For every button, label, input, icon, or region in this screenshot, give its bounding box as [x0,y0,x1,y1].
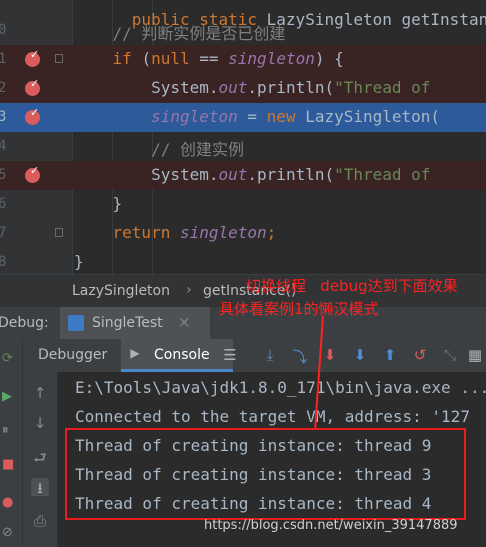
step-into-icon[interactable]: ⬇ [321,346,339,364]
breadcrumb-separator: › [186,282,192,298]
drop-frame-icon[interactable]: ↺ [411,346,429,364]
run-config-label: SingleTest [92,315,163,331]
code-token: System. [74,165,219,184]
tab-debugger[interactable]: Debugger [38,347,107,363]
line-number: 1 [0,51,7,67]
code-token: ( [141,49,152,68]
line-number: 0 [0,22,7,38]
code-token: .println( [247,165,335,184]
code-token: out [218,78,248,97]
fold-icon[interactable] [55,228,63,237]
debug-label: Debug: [0,315,49,331]
evaluate-expression-icon[interactable]: ▦ [466,346,484,364]
code-text: if (null == singleton) { [74,49,344,68]
code-line-breakpoint[interactable]: 1 if (null == singleton) { [0,45,486,74]
breakpoint-icon[interactable] [25,48,40,67]
code-token: LazySingleton( [305,107,441,126]
code-text: } [74,194,123,213]
line-number: 4 [0,138,7,154]
code-line-breakpoint[interactable]: 2 System.out.println("Thread of [0,74,486,103]
breakpoint-icon[interactable] [25,106,40,125]
print-icon[interactable]: ⎙ [31,512,49,530]
code-token: ; [266,223,277,242]
console-side-toolbar: ↑ ↓ ⮐ ⭳ ⎙ [23,372,58,547]
code-token: "Thread of [334,165,431,184]
code-line-breakpoint[interactable]: 5 System.out.println("Thread of [0,161,486,190]
code-token: .println( [247,78,335,97]
breadcrumb-class[interactable]: LazySingleton [72,283,170,299]
code-token: } [74,252,84,271]
code-line-current[interactable]: 3 singleton = new LazySingleton( [0,103,486,132]
code-token: ) { [314,49,344,68]
pause-icon[interactable]: ⏸ [2,423,16,438]
code-line[interactable]: 8 } [0,248,486,274]
code-line[interactable]: 7 return singleton; [0,219,486,248]
line-number: 6 [0,196,7,212]
code-token: singleton [228,49,315,68]
code-text: return singleton; [74,223,277,242]
step-out-icon[interactable]: ⬆ [381,346,399,364]
tab-console[interactable]: Console [154,347,210,363]
code-line[interactable]: public static LazySingleton getInstance [0,0,486,29]
code-token: null [151,49,200,68]
rerun-icon[interactable]: ⟳ [2,351,16,366]
code-text: singleton = new LazySingleton( [74,107,440,126]
highlight-box [65,428,466,520]
menu-icon[interactable]: ☰ [221,346,239,364]
soft-wrap-icon[interactable]: ⮐ [31,448,49,467]
line-number: 2 [0,80,7,96]
line-number: 5 [0,167,7,183]
mute-breakpoints-icon[interactable]: ⊘ [2,525,16,540]
code-token: new [266,107,306,126]
fold-icon[interactable] [55,54,63,63]
code-text: // 创建实例 [74,136,244,160]
console-icon: ▶ [130,346,140,360]
code-line[interactable]: 6 } [0,190,486,219]
breakpoint-icon[interactable] [25,164,40,183]
code-text: System.out.println("Thread of [74,165,430,184]
test-config-icon [68,315,84,331]
breakpoint-icon[interactable] [25,77,40,96]
console-line: E:\Tools\Java\jdk1.8.0_171\bin\java.exe … [75,378,486,397]
code-line[interactable]: 0 // 判断实例是否已创建 [0,16,486,45]
line-number: 3 [0,109,7,125]
code-token: return [74,223,180,242]
code-text: } [74,252,84,271]
code-token: singleton [74,107,238,126]
close-icon[interactable]: × [178,313,191,331]
up-stack-icon[interactable]: ↑ [31,384,49,402]
code-token: System. [74,78,219,97]
code-text: // 判断实例是否已创建 [74,20,286,44]
code-token: singleton [179,223,267,242]
code-token: } [74,194,123,213]
line-number: 7 [0,225,7,241]
code-token: if [74,49,142,68]
run-config-tab[interactable]: SingleTest × [60,307,210,340]
step-over-icon[interactable]: ⤵ [291,346,309,366]
annotation-text: 具体看案例1的懒汉模式 [219,300,379,318]
view-breakpoints-icon[interactable]: ● [2,495,16,510]
down-stack-icon[interactable]: ↓ [31,414,49,432]
code-token: == [199,49,229,68]
force-step-into-icon[interactable]: ⬇ [351,346,369,364]
code-token: "Thread of [334,78,431,97]
code-line[interactable]: 4 // 创建实例 [0,132,486,161]
run-to-cursor-icon[interactable]: ⤡ [441,346,459,364]
resume-icon[interactable]: ▶ [2,389,16,404]
comment-token: // 判断实例是否已创建 [74,24,286,43]
code-text: System.out.println("Thread of [74,78,430,97]
console-line: Connected to the target VM, address: '12… [75,407,470,426]
watermark: https://blog.csdn.net/weixin_39147889 [204,518,458,533]
code-token: out [218,165,248,184]
code-token: = [237,107,267,126]
scroll-to-end-icon[interactable]: ⭳ [31,478,49,497]
code-editor[interactable]: public static LazySingleton getInstance … [0,0,486,274]
debug-left-rail: ⟳ ▶ ⏸ ■ ● ⊘ [0,339,23,547]
debug-tabbar: Debugger ▶ Console ☰ ⤓ ⤵ ⬇ ⬇ ⬆ ↺ ⤡ ▦ [23,339,486,373]
line-number: 8 [0,254,7,270]
stop-icon[interactable]: ■ [2,457,16,472]
comment-token: // 创建实例 [74,140,244,159]
show-execution-point-icon[interactable]: ⤓ [261,346,279,364]
annotation-text: 切换线程 debug达到下面效果 [246,277,458,295]
